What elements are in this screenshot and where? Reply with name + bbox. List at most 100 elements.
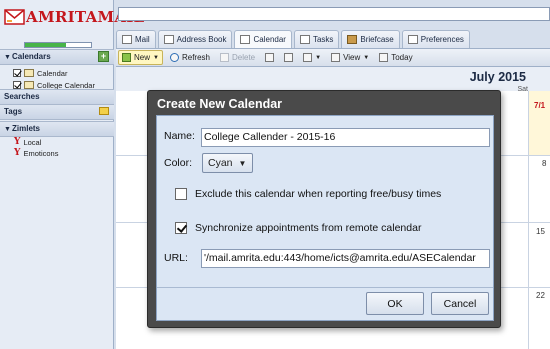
today-icon [379,53,389,62]
delete-button[interactable]: Delete [217,50,258,65]
college-calendar-checkbox[interactable] [13,81,21,89]
color-label: Color: [164,157,193,169]
tag-icon [303,53,313,62]
day-cell-date[interactable]: 8 [542,159,546,168]
grid-column-line [528,91,529,349]
view-button[interactable]: View ▼ [328,50,372,65]
tasks-icon [299,35,310,44]
tag-button[interactable]: ▼ [300,50,324,65]
yahoo-icon: Y [14,148,21,158]
move-button[interactable] [262,50,277,65]
preferences-icon [407,35,418,44]
print-icon [284,53,294,62]
collapse-triangle-icon[interactable]: ▼ [4,123,12,137]
yahoo-icon: Y [14,137,21,147]
new-button-label: New [134,53,151,62]
month-header: July 2015 Sat [116,67,550,93]
add-calendar-icon[interactable]: + [98,51,109,62]
quota-fill [25,43,66,47]
searches-section-header[interactable]: Searches [0,89,114,105]
briefcase-icon [347,35,358,44]
day-cell-date[interactable]: 15 [536,227,545,236]
delete-icon [219,53,229,62]
tags-section-header[interactable]: Tags [0,104,114,120]
new-appointment-icon [122,53,131,62]
create-calendar-dialog: Create New Calendar Name: College Callen… [147,90,501,328]
zimlets-section-header[interactable]: ▼Zimlets [0,121,114,137]
calendar-folder-icon [24,81,34,89]
tab-tasks-label: Tasks [312,35,334,44]
app-tabs: Mail Address Book Calendar Tasks Briefca… [116,30,550,48]
day-cell-date[interactable]: 7/1 [534,101,545,110]
view-button-label: View [343,53,361,62]
tab-preferences[interactable]: Preferences [401,30,470,48]
zimlet-emoticons-label: Emoticons [23,148,59,158]
sidebar-item-calendar[interactable]: Calendar [13,67,67,79]
app-logo[interactable]: AMRITAMAIL [4,6,144,28]
refresh-button[interactable]: Refresh [167,50,213,65]
cancel-button[interactable]: Cancel [431,292,489,315]
color-select[interactable]: Cyan ▼ [202,153,253,173]
tab-mail-label: Mail [135,35,150,44]
dialog-separator [157,287,493,288]
chevron-down-icon: ▼ [315,54,322,61]
calendar-folder-icon [24,69,34,77]
mailbox-quota-bar [24,42,92,48]
url-label: URL: [164,252,188,264]
ok-button[interactable]: OK [366,292,424,315]
searches-header-label: Searches [4,92,40,101]
calendar-icon [240,35,251,44]
today-button-label: Today [391,53,413,62]
name-label: Name: [164,130,195,142]
new-button[interactable]: New ▼ [118,50,163,65]
folder-icon [265,53,275,62]
calendar-name-input[interactable]: College Callender - 2015-16 [201,128,490,147]
today-button[interactable]: Today [376,50,415,65]
calendar-label: Calendar [37,68,68,78]
calendar-toolbar: New ▼ Refresh Delete ▼ View ▼ Today [116,48,550,67]
refresh-button-label: Refresh [181,53,210,62]
refresh-icon [169,53,179,62]
zimlet-emoticons[interactable]: Y Emoticons [14,148,58,158]
tab-tasks[interactable]: Tasks [293,30,340,48]
print-button[interactable] [281,50,296,65]
tab-calendar[interactable]: Calendar [234,30,292,48]
chevron-down-icon: ▼ [238,158,247,168]
chevron-down-icon: ▼ [153,54,159,61]
tab-calendar-label: Calendar [253,35,286,44]
calendars-header-label: Calendars [12,52,51,61]
exclude-free-busy-label[interactable]: Exclude this calendar when reporting fre… [195,188,441,200]
zimlets-header-label: Zimlets [12,124,41,133]
dialog-title: Create New Calendar [157,97,283,111]
tab-briefcase-label: Briefcase [360,35,394,44]
exclude-free-busy-checkbox[interactable] [175,188,187,200]
month-title: July 2015 [469,70,526,84]
calendar-checkbox[interactable] [13,69,21,77]
remote-url-input[interactable]: '/mail.amrita.edu:443/home/icts@amrita.e… [201,249,490,268]
collapse-triangle-icon[interactable]: ▼ [4,51,12,65]
color-select-value: Cyan [208,157,233,169]
zimlet-local[interactable]: Y Local [14,137,41,147]
add-tag-icon[interactable] [99,107,109,115]
chevron-down-icon: ▼ [363,54,370,61]
address-book-icon [163,35,174,44]
envelope-logo-icon [4,9,25,25]
dialog-body: Name: College Callender - 2015-16 Color:… [156,115,494,321]
mail-icon [122,35,132,44]
tab-address-book-label: Address Book [176,35,227,44]
sync-remote-label[interactable]: Synchronize appointments from remote cal… [195,222,421,234]
sync-remote-checkbox[interactable] [175,222,187,234]
tab-address-book[interactable]: Address Book [157,30,233,48]
delete-button-label: Delete [231,53,256,62]
search-input[interactable] [118,7,550,21]
view-icon [331,53,341,62]
zimlet-local-label: Local [23,137,42,147]
day-cell-date[interactable]: 22 [536,291,545,300]
calendars-section-header[interactable]: ▼Calendars + [0,49,114,65]
day-header-saturday: Sat [517,86,528,93]
tab-briefcase[interactable]: Briefcase [341,30,400,48]
tags-header-label: Tags [4,107,23,116]
sidebar: AMRITAMAIL ▼Calendars + Calendar College… [0,0,144,349]
tab-preferences-label: Preferences [420,35,464,44]
tab-mail[interactable]: Mail [116,30,156,48]
